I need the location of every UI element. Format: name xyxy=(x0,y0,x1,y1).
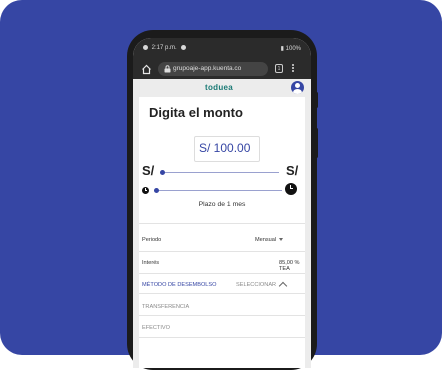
period-select[interactable]: Mensual xyxy=(255,237,284,243)
interest-label: Interés xyxy=(142,260,160,266)
status-bar: 2:17 p.m. ▮ 100% xyxy=(133,38,311,59)
url-text: grupoaje-app.kuenta.co xyxy=(173,65,242,72)
amount-min-currency: S/ xyxy=(142,163,155,178)
term-slider-thumb[interactable] xyxy=(154,188,159,193)
divider xyxy=(139,315,305,316)
select-method-button[interactable]: SELECCIONAR xyxy=(236,282,276,288)
page-content: Digita el monto S/ 100.00 S/ S/ Plazo de… xyxy=(133,97,311,368)
canvas: 2:17 p.m. ▮ 100% grupoaje-app.kuenta.co … xyxy=(0,0,442,370)
browser-menu-icon[interactable] xyxy=(292,63,295,75)
tab-switcher-button[interactable]: 1 xyxy=(275,64,283,73)
notification-icon xyxy=(181,45,187,50)
clock-max-icon xyxy=(285,183,297,195)
caret-down-icon xyxy=(279,238,284,242)
app-header: toduea xyxy=(133,79,311,97)
option-transferencia[interactable]: TRANSFERENCIA xyxy=(142,304,189,310)
phone-power-button xyxy=(315,92,318,108)
home-icon[interactable] xyxy=(141,64,152,75)
clock-min-icon xyxy=(142,187,149,194)
page-title: Digita el monto xyxy=(149,105,243,120)
divider xyxy=(139,273,305,274)
chevron-up-icon[interactable] xyxy=(278,281,288,291)
user-avatar-icon[interactable] xyxy=(291,81,304,94)
phone-volume-button xyxy=(315,128,318,158)
divider xyxy=(139,337,305,338)
loan-card: Digita el monto S/ 100.00 S/ S/ Plazo de… xyxy=(139,97,305,368)
lock-icon xyxy=(164,65,171,73)
amount-slider-track[interactable] xyxy=(161,172,279,173)
disbursement-method-label: MÉTODO DE DESEMBOLSO xyxy=(142,282,217,288)
term-slider-track[interactable] xyxy=(154,190,282,191)
divider xyxy=(139,251,305,252)
amount-max-currency: S/ xyxy=(286,163,299,178)
status-left: 2:17 p.m. xyxy=(143,45,187,52)
address-bar[interactable]: grupoaje-app.kuenta.co xyxy=(158,62,268,76)
amount-value: S/ 100.00 xyxy=(199,141,251,155)
period-value: Mensual xyxy=(255,237,277,243)
term-text: Plazo de 1 mes xyxy=(198,201,246,208)
divider xyxy=(139,293,305,294)
browser-bar: grupoaje-app.kuenta.co 1 xyxy=(133,59,311,79)
status-right: ▮ 100% xyxy=(281,45,301,52)
period-label: Periodo xyxy=(142,237,162,243)
signal-dot-icon xyxy=(143,45,148,50)
signal-icon: ▮ xyxy=(280,46,284,52)
amount-slider-thumb[interactable] xyxy=(160,170,165,175)
app-logo: toduea xyxy=(205,83,234,92)
status-time: 2:17 p.m. xyxy=(151,45,177,52)
divider xyxy=(139,223,305,224)
interest-value: 85,00 % TEA xyxy=(279,260,300,272)
option-efectivo[interactable]: EFECTIVO xyxy=(142,325,170,331)
battery-level: 100% xyxy=(285,46,301,52)
phone-screen: 2:17 p.m. ▮ 100% grupoaje-app.kuenta.co … xyxy=(133,38,311,368)
